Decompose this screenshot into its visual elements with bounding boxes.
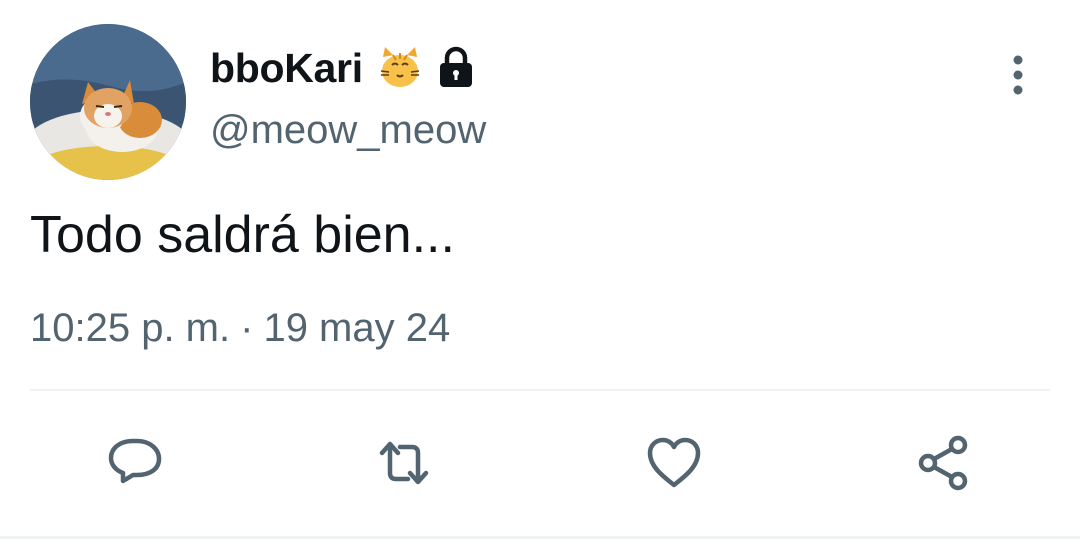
tweet-text: Todo saldrá bien...: [30, 206, 455, 264]
more-options-button[interactable]: [996, 50, 1040, 100]
reply-button[interactable]: [97, 425, 173, 501]
retweet-icon: [379, 441, 429, 485]
bottom-divider: [0, 536, 1080, 539]
tweet-detail: bboKari @meow_meow Todo saldrá bien... 1…: [0, 0, 1080, 555]
tweet-date: 19 may 24: [263, 306, 451, 350]
share-icon: [918, 435, 968, 491]
cat-face-emoji-icon: [380, 47, 419, 87]
display-name[interactable]: bboKari: [210, 45, 363, 92]
heart-icon: [647, 437, 701, 488]
like-button[interactable]: [636, 425, 712, 501]
share-button[interactable]: [906, 425, 982, 501]
tweet-time: 10:25 p. m.: [30, 306, 231, 350]
meta-separator: ·: [240, 306, 254, 350]
reply-icon: [108, 438, 162, 484]
avatar[interactable]: [30, 24, 186, 180]
more-vertical-icon: [1013, 55, 1023, 95]
user-handle[interactable]: @meow_meow: [210, 108, 486, 153]
retweet-button[interactable]: [366, 425, 442, 501]
cat-photo-avatar: [30, 24, 186, 180]
lock-icon: [439, 46, 472, 87]
display-name-row: bboKari: [210, 40, 479, 96]
tweet-timestamp[interactable]: 10:25 p. m. · 19 may 24: [30, 306, 450, 351]
action-bar: [0, 425, 1080, 505]
divider: [30, 389, 1050, 391]
